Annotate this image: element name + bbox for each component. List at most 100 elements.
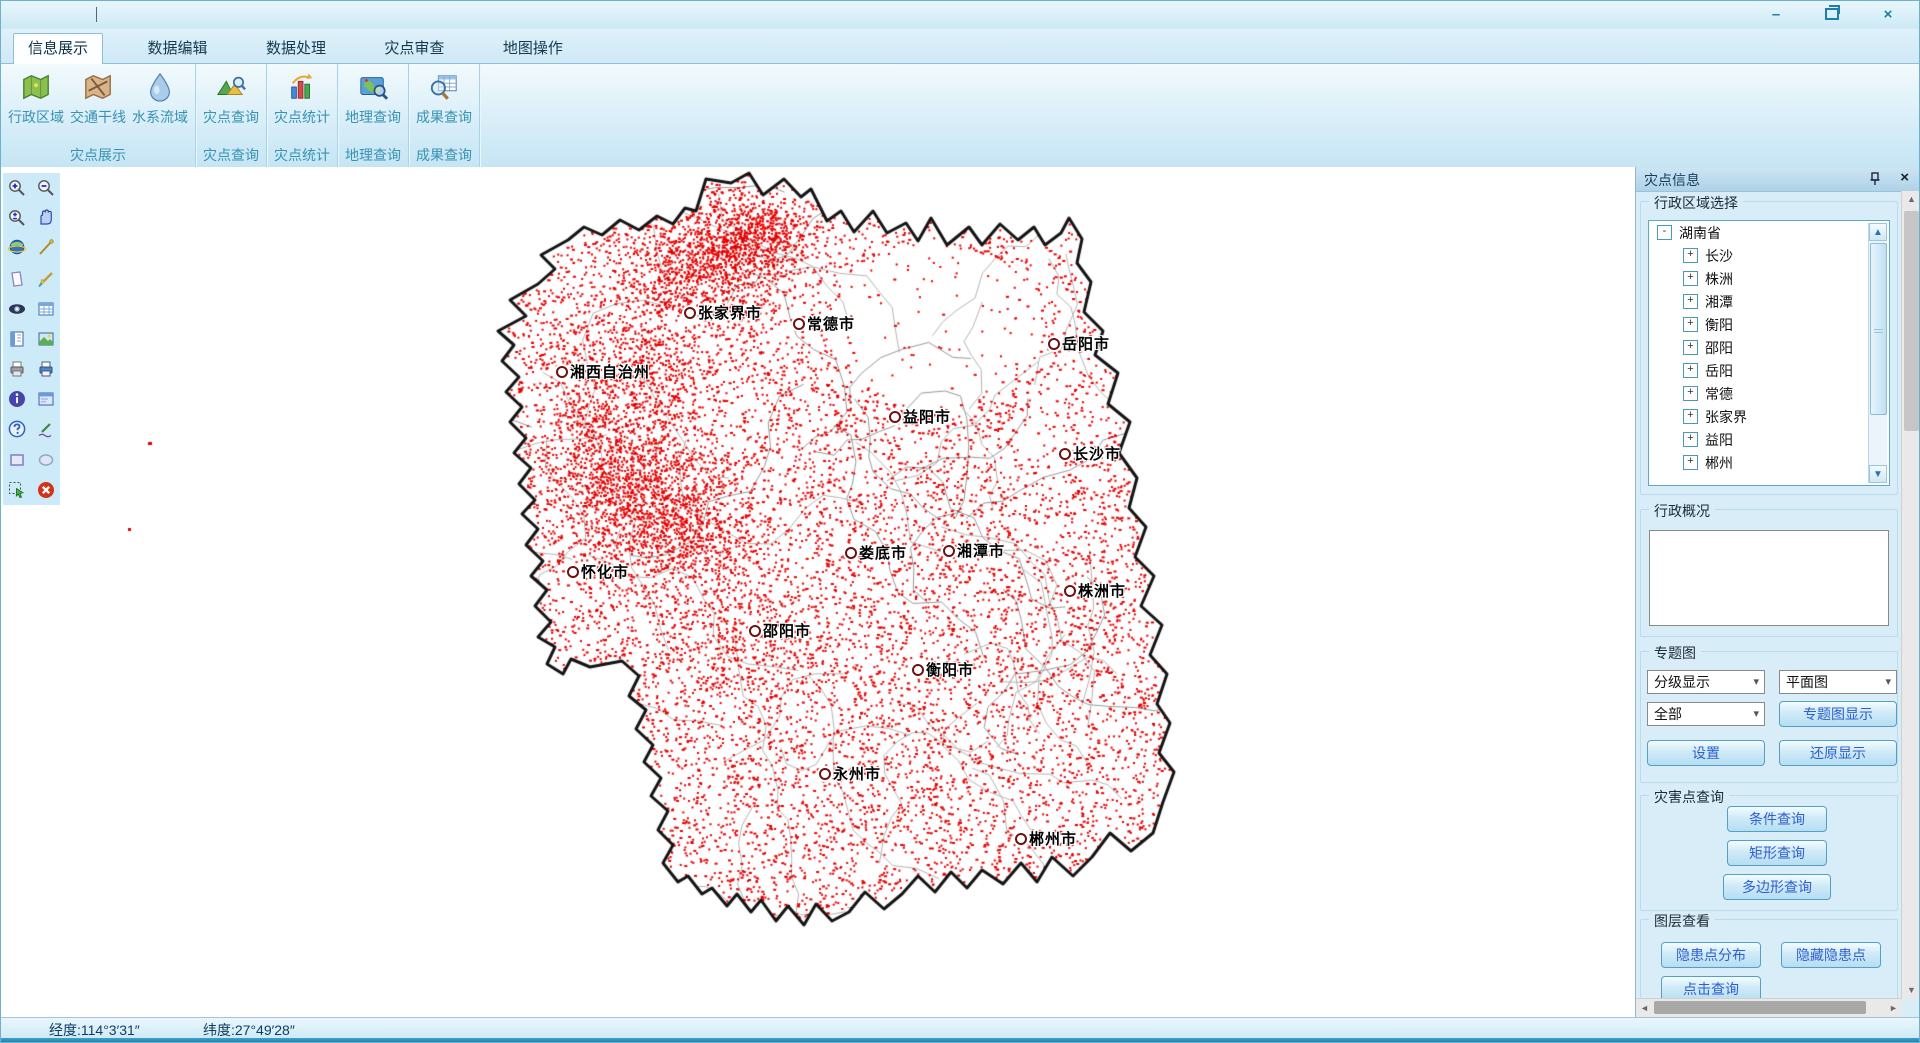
tree-item[interactable]: + 益阳: [1649, 428, 1889, 451]
minimize-button[interactable]: –: [1763, 3, 1789, 25]
ellipse-tool-button[interactable]: [34, 448, 58, 472]
panel-scroll-right[interactable]: ►: [1885, 999, 1902, 1017]
result-query-button[interactable]: 成果查询: [413, 68, 475, 144]
scope-select[interactable]: 全部 ▾: [1647, 702, 1765, 726]
expand-icon[interactable]: +: [1683, 386, 1698, 401]
collapse-icon[interactable]: -: [1657, 225, 1672, 240]
button-label: 水系流域: [132, 107, 188, 127]
polygon-query-button[interactable]: 多边形查询: [1723, 874, 1831, 900]
info-button[interactable]: [5, 387, 29, 411]
zoom-out-button[interactable]: [34, 176, 58, 200]
panel-scroll-left[interactable]: ◄: [1636, 999, 1653, 1017]
expand-icon[interactable]: +: [1683, 294, 1698, 309]
close-button[interactable]: ×: [1875, 3, 1901, 25]
hide-hazard-button[interactable]: 隐藏隐患点: [1781, 942, 1881, 968]
print-button[interactable]: [5, 357, 29, 381]
expand-icon[interactable]: +: [1683, 271, 1698, 286]
delete-button[interactable]: [34, 478, 58, 502]
tree-scrollbar[interactable]: ▲ ▼: [1868, 223, 1887, 483]
measure-button[interactable]: [34, 236, 58, 260]
help-button[interactable]: [5, 417, 29, 441]
tab-data-edit[interactable]: 数据编辑: [133, 34, 221, 64]
tree-item[interactable]: + 长沙: [1649, 244, 1889, 267]
panel-horizontal-scrollbar[interactable]: ◄ ►: [1636, 998, 1902, 1017]
expand-icon[interactable]: +: [1683, 363, 1698, 378]
panel-close-icon[interactable]: ×: [1900, 169, 1909, 186]
group-disaster-stats: 灾点统计 灾点统计: [267, 64, 338, 167]
zoom-extent-button[interactable]: [5, 206, 29, 230]
blank-page-button[interactable]: [5, 267, 29, 291]
zoom-in-icon: [7, 178, 27, 198]
overview-textarea[interactable]: [1649, 530, 1889, 626]
tree-item[interactable]: + 湘潭: [1649, 290, 1889, 313]
map-image-button[interactable]: [34, 327, 58, 351]
rect-query-button[interactable]: 矩形查询: [1727, 840, 1827, 866]
disaster-query-button[interactable]: 灾点查询: [200, 68, 262, 144]
settings-button[interactable]: 设置: [1647, 740, 1765, 766]
eye-icon: [7, 299, 27, 319]
map-canvas[interactable]: [1, 167, 1635, 1017]
visibility-button[interactable]: [5, 297, 29, 321]
expand-icon[interactable]: +: [1683, 248, 1698, 263]
window-icon: [36, 389, 56, 409]
status-bar: 经度:114°3′31″ 纬度:27°49′28″: [1, 1017, 1919, 1039]
thematic-show-button[interactable]: 专题图显示: [1779, 701, 1897, 727]
restore-button[interactable]: [1819, 3, 1845, 25]
report-button[interactable]: [5, 327, 29, 351]
pin-icon[interactable]: [1867, 171, 1883, 187]
overview-window-button[interactable]: [34, 387, 58, 411]
panel-scroll-down[interactable]: ▼: [1902, 982, 1920, 999]
tree-item[interactable]: + 常德: [1649, 382, 1889, 405]
tree-item-root[interactable]: - 湖南省: [1649, 221, 1889, 244]
panel-vertical-scrollbar[interactable]: ▲ ▼: [1901, 191, 1920, 999]
sketch-button[interactable]: [34, 417, 58, 441]
restore-display-button[interactable]: 还原显示: [1779, 740, 1897, 766]
expand-icon[interactable]: +: [1683, 340, 1698, 355]
tree-item[interactable]: + 衡阳: [1649, 313, 1889, 336]
zoom-in-button[interactable]: [5, 176, 29, 200]
panel-scroll-up[interactable]: ▲: [1902, 191, 1920, 208]
admin-region-button[interactable]: 行政区域: [5, 68, 67, 144]
tree-item[interactable]: + 郴州: [1649, 451, 1889, 474]
tree-item[interactable]: + 张家界: [1649, 405, 1889, 428]
expand-icon[interactable]: +: [1683, 432, 1698, 447]
click-query-button[interactable]: 点击查询: [1661, 976, 1761, 999]
panel-scroll-thumb[interactable]: [1904, 211, 1919, 431]
ribbon-tab-bar: 信息展示 数据编辑 数据处理 灾点审查 地图操作: [1, 29, 1919, 64]
full-extent-button[interactable]: [5, 236, 29, 260]
print-preview-button[interactable]: [34, 357, 58, 381]
ribbon: 行政区域 交通干线 水系流域 灾点展示: [1, 64, 1919, 168]
tree-scroll-up[interactable]: ▲: [1869, 223, 1887, 241]
expand-icon[interactable]: +: [1683, 409, 1698, 424]
classify-select[interactable]: 分级显示 ▾: [1647, 670, 1765, 694]
maptype-select[interactable]: 平面图 ▾: [1779, 670, 1897, 694]
condition-query-button[interactable]: 条件查询: [1727, 806, 1827, 832]
tree-item[interactable]: + 邵阳: [1649, 336, 1889, 359]
attribute-table-button[interactable]: [34, 297, 58, 321]
tab-map-operation[interactable]: 地图操作: [489, 34, 577, 64]
tree-scroll-thumb[interactable]: [1870, 243, 1887, 415]
disaster-stats-button[interactable]: 灾点统计: [271, 68, 333, 144]
thematic-label: 专题图: [1649, 643, 1701, 663]
group-label: 灾点查询: [196, 146, 266, 167]
expand-icon[interactable]: +: [1683, 317, 1698, 332]
panel-hscroll-thumb[interactable]: [1654, 1001, 1866, 1014]
printer-icon: [7, 359, 27, 379]
tree-item[interactable]: + 岳阳: [1649, 359, 1889, 382]
geo-query-button[interactable]: 地理查询: [342, 68, 404, 144]
water-system-button[interactable]: 水系流域: [129, 68, 191, 144]
tab-info-display[interactable]: 信息展示: [13, 33, 103, 64]
expand-icon[interactable]: +: [1683, 455, 1698, 470]
brush-button[interactable]: [34, 267, 58, 291]
tree-item[interactable]: + 株洲: [1649, 267, 1889, 290]
select-feature-button[interactable]: [5, 478, 29, 502]
tree-item-label: 益阳: [1705, 430, 1733, 450]
pan-button[interactable]: [34, 206, 58, 230]
rectangle-tool-button[interactable]: [5, 448, 29, 472]
tree-scroll-down[interactable]: ▼: [1869, 465, 1887, 483]
traffic-lines-button[interactable]: 交通干线: [67, 68, 129, 144]
bar-chart-icon: [286, 72, 318, 102]
tab-data-process[interactable]: 数据处理: [252, 34, 340, 64]
tab-disaster-review[interactable]: 灾点审查: [370, 34, 458, 64]
hazard-distribution-button[interactable]: 隐患点分布: [1661, 942, 1761, 968]
